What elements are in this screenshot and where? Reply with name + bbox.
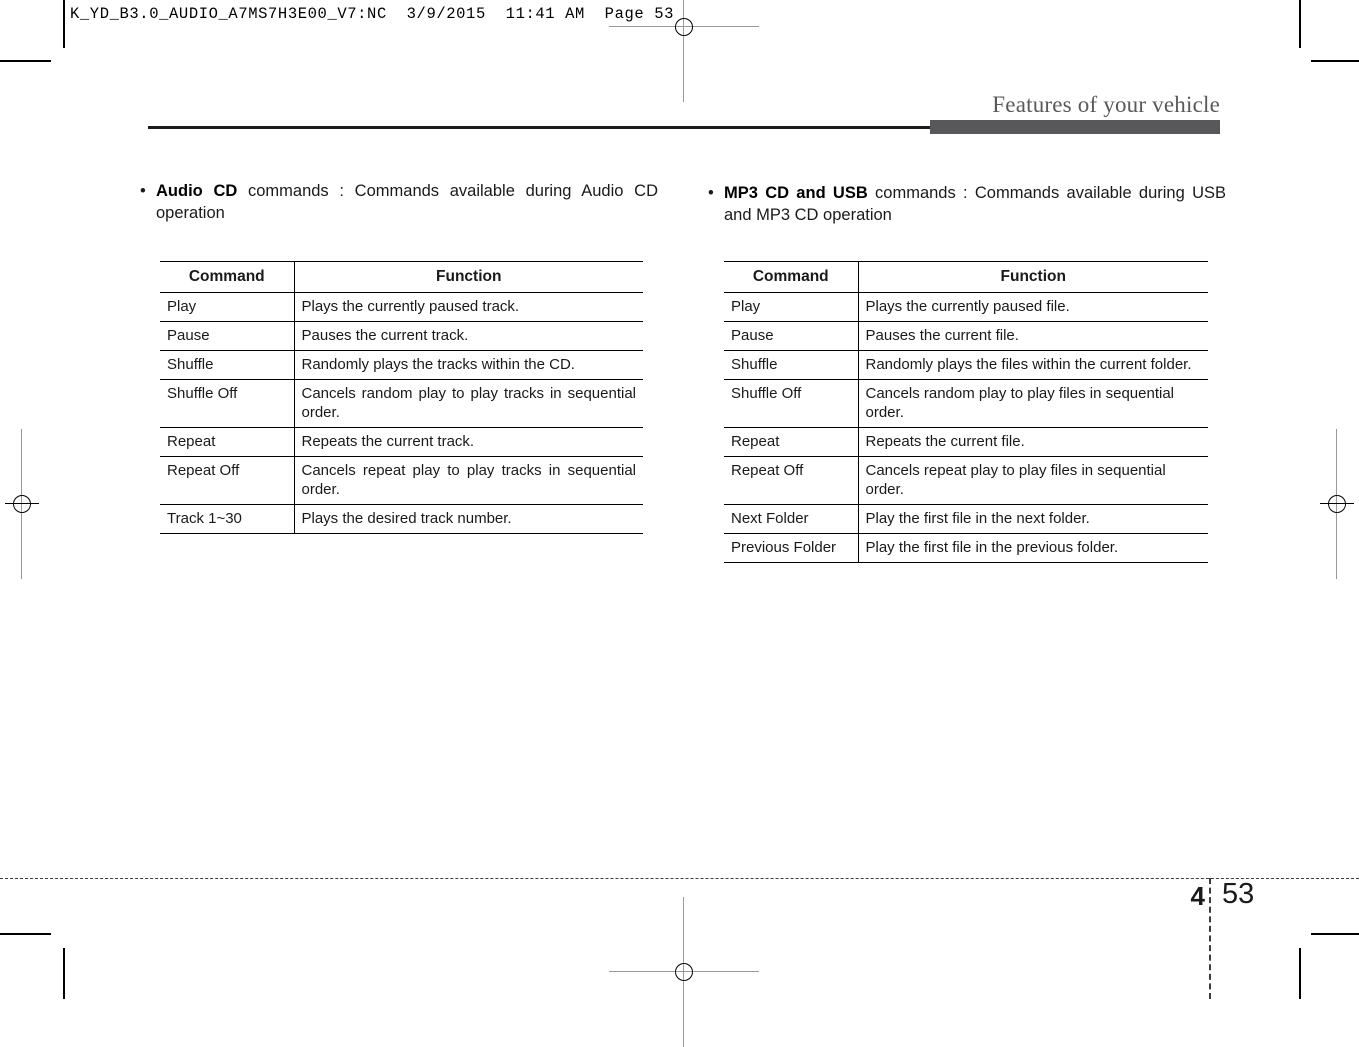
bullet-icon: • <box>708 184 714 202</box>
table-row: Shuffle Off Cancels random play to play … <box>160 379 643 428</box>
left-column: • Audio CD commands : Commands available … <box>138 180 658 224</box>
cell-function: Plays the currently paused file. <box>858 292 1208 322</box>
crop-mark-top-left-vertical <box>63 0 65 48</box>
column-header-command: Command <box>724 261 859 293</box>
cell-command: Play <box>724 292 859 322</box>
audio-cd-commands-table: Command Function Play Plays the currentl… <box>160 261 643 534</box>
mp3-usb-commands-table: Command Function Play Plays the currentl… <box>724 261 1208 563</box>
header-rule-thin <box>148 126 932 129</box>
cell-command: Pause <box>160 321 295 351</box>
trim-guide-vertical <box>1209 878 1211 999</box>
print-file-header: K_YD_B3.0_AUDIO_A7MS7H3E00_V7:NC 3/9/201… <box>70 5 674 23</box>
crop-mark-top-left-horizontal <box>0 60 51 62</box>
cell-command: Shuffle Off <box>160 379 295 428</box>
cell-command: Shuffle Off <box>724 379 859 428</box>
crop-mark-bottom-left-horizontal <box>0 933 51 935</box>
table-row: Next Folder Play the first file in the n… <box>724 504 1208 534</box>
cell-function: Play the first file in the previous fold… <box>858 533 1208 563</box>
table-row: Shuffle Randomly plays the tracks within… <box>160 350 643 380</box>
cell-function: Pauses the current track. <box>294 321 643 351</box>
table-row: Shuffle Randomly plays the files within … <box>724 350 1208 380</box>
cell-function: Cancels repeat play to play files in seq… <box>858 456 1208 505</box>
table-row: Track 1~30 Plays the desired track numbe… <box>160 504 643 534</box>
table-row: Previous Folder Play the first file in t… <box>724 533 1208 563</box>
cell-command: Repeat Off <box>160 456 295 505</box>
cell-command: Shuffle <box>160 350 295 380</box>
crop-mark-bottom-left-vertical <box>63 948 65 999</box>
page-title: Features of your vehicle <box>992 92 1220 117</box>
cell-function: Repeats the current track. <box>294 427 643 457</box>
right-intro-lead: MP3 CD and USB <box>724 184 868 202</box>
table-row: Shuffle Off Cancels random play to play … <box>724 379 1208 428</box>
table-row: Repeat Repeats the current file. <box>724 427 1208 457</box>
cell-function: Repeats the current file. <box>858 427 1208 457</box>
cell-function: Cancels random play to play files in seq… <box>858 379 1208 428</box>
footer-page-number: 53 <box>1222 878 1255 910</box>
cell-command: Shuffle <box>724 350 859 380</box>
cell-command: Repeat <box>724 427 859 457</box>
cell-function: Plays the currently paused track. <box>294 292 643 322</box>
registration-mark-left-middle <box>5 429 39 579</box>
left-intro-lead: Audio CD <box>156 182 238 200</box>
crop-mark-bottom-right-horizontal <box>1311 933 1359 935</box>
registration-mark-bottom-center <box>609 897 759 1047</box>
crop-mark-top-right-vertical <box>1299 0 1301 48</box>
right-intro-paragraph: • MP3 CD and USB commands : Commands avai… <box>706 182 1226 226</box>
cell-command: Previous Folder <box>724 533 859 563</box>
header-rule-bar <box>930 120 1220 134</box>
column-header-function: Function <box>294 261 643 293</box>
table-header-row: Command Function <box>724 261 1208 293</box>
cell-function: Play the first file in the next folder. <box>858 504 1208 534</box>
column-header-command: Command <box>160 261 295 293</box>
column-header-function: Function <box>858 261 1208 293</box>
cell-function: Randomly plays the files within the curr… <box>858 350 1208 380</box>
crop-mark-bottom-right-vertical <box>1299 948 1301 999</box>
cell-function: Cancels random play to play tracks in se… <box>294 379 643 428</box>
cell-function: Randomly plays the tracks within the CD. <box>294 350 643 380</box>
cell-command: Track 1~30 <box>160 504 295 534</box>
registration-mark-right-middle <box>1320 429 1354 579</box>
table-row: Repeat Off Cancels repeat play to play f… <box>724 456 1208 505</box>
cell-function: Plays the desired track number. <box>294 504 643 534</box>
table-row: Repeat Repeats the current track. <box>160 427 643 457</box>
table-row: Pause Pauses the current track. <box>160 321 643 351</box>
cell-command: Repeat Off <box>724 456 859 505</box>
right-column: • MP3 CD and USB commands : Commands avai… <box>706 182 1226 226</box>
cell-command: Play <box>160 292 295 322</box>
cell-command: Next Folder <box>724 504 859 534</box>
bullet-icon: • <box>140 182 146 200</box>
table-row: Play Plays the currently paused file. <box>724 292 1208 322</box>
table-header-row: Command Function <box>160 261 643 293</box>
left-intro-paragraph: • Audio CD commands : Commands available … <box>138 180 658 224</box>
audio-cd-commands-table-wrapper: Command Function Play Plays the currentl… <box>160 261 643 534</box>
trim-guide-horizontal <box>0 878 1359 879</box>
footer-chapter-number: 4 <box>1190 881 1205 911</box>
crop-mark-top-right-horizontal <box>1311 60 1359 62</box>
cell-function: Cancels repeat play to play tracks in se… <box>294 456 643 505</box>
cell-command: Pause <box>724 321 859 351</box>
cell-function: Pauses the current file. <box>858 321 1208 351</box>
table-row: Pause Pauses the current file. <box>724 321 1208 351</box>
mp3-usb-commands-table-wrapper: Command Function Play Plays the currentl… <box>724 261 1208 563</box>
table-row: Repeat Off Cancels repeat play to play t… <box>160 456 643 505</box>
table-row: Play Plays the currently paused track. <box>160 292 643 322</box>
cell-command: Repeat <box>160 427 295 457</box>
